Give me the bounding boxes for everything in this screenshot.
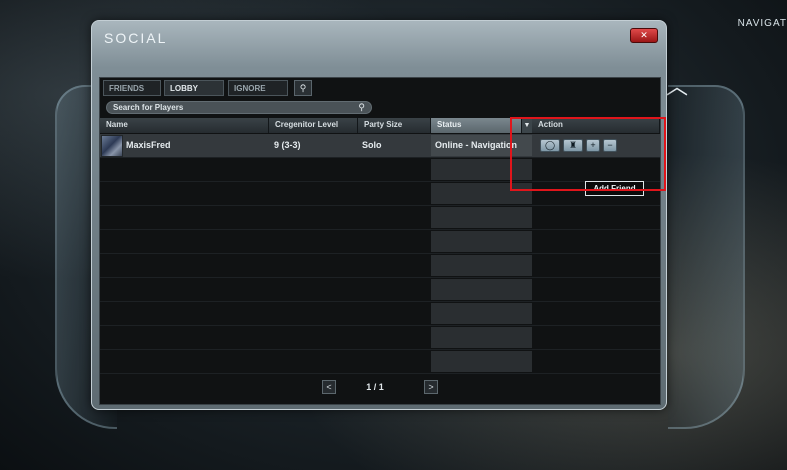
background-frame-right <box>668 85 745 429</box>
tab-lobby[interactable]: LOBBY <box>164 80 224 96</box>
status-cell-bg <box>431 207 532 228</box>
search-icon[interactable]: ⚲ <box>358 102 365 113</box>
column-cregenitor-level[interactable]: Cregenitor Level <box>269 118 358 133</box>
player-party-size: Solo <box>362 140 382 150</box>
status-cell-bg <box>431 255 532 276</box>
column-party-size[interactable]: Party Size <box>358 118 431 133</box>
status-cell-bg <box>431 303 532 324</box>
pagination: < 1 / 1 > <box>100 380 660 396</box>
search-input[interactable] <box>113 102 343 113</box>
empty-row <box>100 278 660 302</box>
empty-row <box>100 206 660 230</box>
empty-row <box>100 254 660 278</box>
empty-row <box>100 350 660 374</box>
player-name: MaxisFred <box>126 140 171 150</box>
navigation-label: NAVIGAT <box>737 18 787 29</box>
tab-ignore[interactable]: IGNORE <box>228 80 288 96</box>
page-indicator: 1 / 1 <box>366 382 384 392</box>
panel-title: SOCIAL <box>104 30 168 46</box>
player-status: Online - Navigation <box>435 140 518 150</box>
empty-row <box>100 302 660 326</box>
column-status[interactable]: Status <box>431 118 522 133</box>
tab-search-button[interactable]: ⚲ <box>294 80 312 96</box>
chevron-up-icon: ︿ <box>666 74 689 99</box>
player-level: 9 (3-3) <box>274 140 301 150</box>
close-icon: ✕ <box>640 30 648 40</box>
status-cell-bg <box>431 327 532 348</box>
status-cell-bg <box>431 351 532 372</box>
close-button[interactable]: ✕ <box>630 28 658 43</box>
search-icon: ⚲ <box>299 83 307 93</box>
status-cell-bg <box>431 231 532 252</box>
social-panel: SOCIAL ✕ FRIENDS LOBBY IGNORE ⚲ ⚲ Name C… <box>91 20 667 410</box>
empty-row <box>100 230 660 254</box>
tab-friends[interactable]: FRIENDS <box>103 80 161 96</box>
player-search-bar: ⚲ <box>106 101 372 114</box>
empty-row <box>100 326 660 350</box>
highlight-box <box>510 117 666 191</box>
status-cell-bg <box>431 279 532 300</box>
prev-page-button[interactable]: < <box>322 380 336 394</box>
column-name[interactable]: Name <box>100 118 269 133</box>
avatar <box>101 135 123 157</box>
next-page-button[interactable]: > <box>424 380 438 394</box>
